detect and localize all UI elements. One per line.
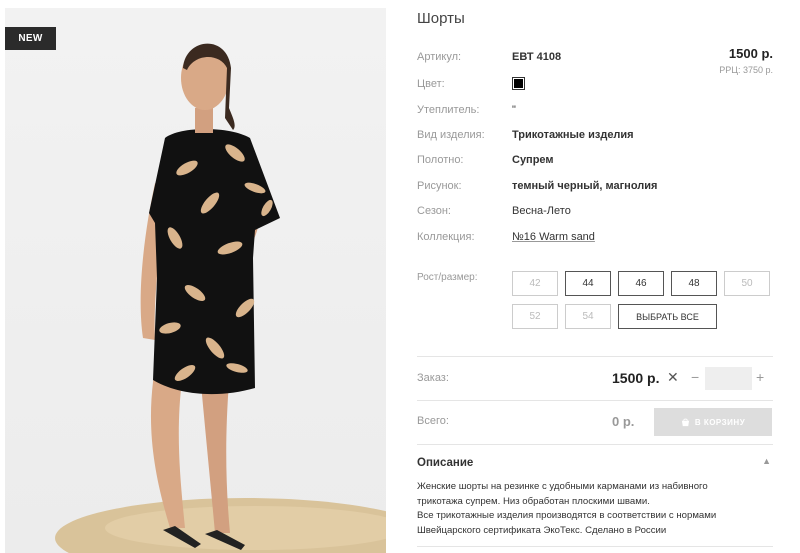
attr-color: Цвет:	[417, 77, 525, 90]
size-option[interactable]: 46	[618, 271, 664, 296]
attr-label: Вид изделия:	[417, 129, 485, 141]
product-title: Шорты	[417, 10, 465, 27]
description-line: Швейцарского сертификата ЭкоТекс. Сделан…	[417, 524, 667, 536]
divider	[417, 444, 773, 445]
order-label: Заказ:	[417, 372, 449, 384]
collapse-caret-icon[interactable]: ▲	[762, 456, 771, 466]
order-price: 1500 р.	[612, 370, 660, 386]
attr-collection: Коллекция: №16 Warm sand	[417, 231, 595, 243]
description-title[interactable]: Описание	[417, 457, 473, 469]
description-line: трикотажа супрем. Низ обработан плоскими…	[417, 495, 650, 507]
attr-product-type: Вид изделия: Трикотажные изделия	[417, 129, 634, 141]
size-option[interactable]: 50	[724, 271, 770, 296]
attr-label: Утеплитель:	[417, 104, 480, 116]
quantity-input[interactable]	[705, 367, 752, 390]
total-value: 0 р.	[612, 414, 635, 429]
divider	[417, 356, 773, 357]
attr-value: темный черный, магнолия	[512, 180, 658, 192]
collection-link[interactable]: №16 Warm sand	[512, 231, 595, 243]
new-badge: NEW	[5, 27, 56, 50]
divider	[417, 546, 773, 547]
description-text: Женские шорты на резинке с удобными карм…	[417, 480, 773, 538]
description-line: Женские шорты на резинке с удобными карм…	[417, 481, 708, 492]
increment-button[interactable]: +	[756, 369, 764, 385]
add-to-cart-label: В КОРЗИНУ	[694, 417, 746, 427]
description-line: Все трикотажные изделия производятся в с…	[417, 510, 717, 521]
model-illustration	[55, 43, 386, 553]
select-all-button[interactable]: ВЫБРАТЬ ВСЕ	[618, 304, 717, 329]
attr-value: ЕВТ 4108	[512, 51, 562, 63]
size-option[interactable]: 48	[671, 271, 717, 296]
sizes-label: Рост/размер:	[417, 272, 478, 283]
attr-label: Цвет:	[417, 77, 445, 90]
recommended-retail-price: РРЦ: 3750 р.	[719, 65, 773, 75]
attr-value: Супрем	[512, 154, 554, 166]
attr-label: Полотно:	[417, 154, 464, 166]
attr-season: Сезон: Весна-Лето	[417, 205, 571, 217]
add-to-cart-button[interactable]: В КОРЗИНУ	[654, 408, 772, 436]
product-price: 1500 р.	[728, 46, 773, 61]
size-option[interactable]: 44	[565, 271, 611, 296]
attr-value: "	[512, 104, 516, 116]
multiply-icon: ✕	[667, 369, 679, 385]
product-photo[interactable]: NEW	[5, 8, 386, 553]
attr-label: Коллекция:	[417, 231, 475, 243]
attr-label: Артикул:	[417, 51, 462, 63]
attr-value: Весна-Лето	[512, 205, 571, 217]
cart-icon	[681, 418, 689, 426]
attr-label: Рисунок:	[417, 180, 462, 192]
attr-label: Сезон:	[417, 205, 451, 217]
size-option[interactable]: 52	[512, 304, 558, 329]
attr-fabric: Полотно: Супрем	[417, 154, 554, 166]
color-swatch[interactable]	[512, 77, 525, 90]
divider	[417, 400, 773, 401]
size-option[interactable]: 42	[512, 271, 558, 296]
attr-insulation: Утеплитель: "	[417, 104, 516, 116]
attr-article: Артикул: ЕВТ 4108	[417, 51, 561, 63]
attr-pattern: Рисунок: темный черный, магнолия	[417, 180, 657, 192]
total-label: Всего:	[417, 415, 449, 427]
size-option[interactable]: 54	[565, 304, 611, 329]
decrement-button[interactable]: −	[691, 369, 699, 385]
attr-value: Трикотажные изделия	[512, 129, 634, 141]
